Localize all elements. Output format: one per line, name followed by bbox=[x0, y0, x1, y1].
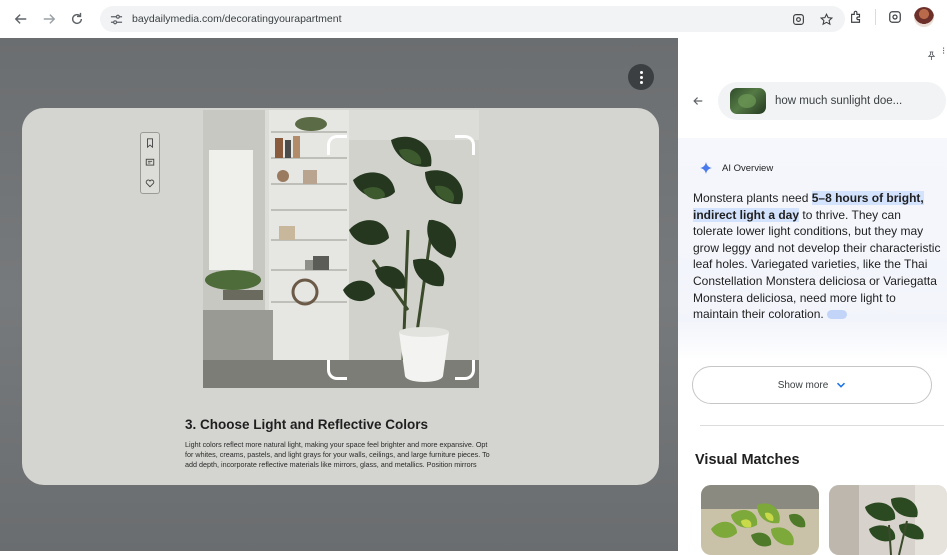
address-bar[interactable]: baydailymedia.com/decoratingyourapartmen… bbox=[100, 6, 845, 32]
monstera-plant-image bbox=[829, 485, 947, 555]
pin-icon[interactable] bbox=[927, 47, 937, 60]
query-text: how much sunlight doe... bbox=[775, 95, 903, 107]
crop-corner-bottom-left[interactable] bbox=[327, 360, 347, 380]
bookmark-icon[interactable] bbox=[144, 137, 156, 149]
ai-text-before: Monstera plants need bbox=[693, 191, 812, 205]
ai-overview-label: AI Overview bbox=[722, 162, 774, 174]
ai-overview-header: AI Overview bbox=[700, 162, 773, 174]
lens-side-panel: ⁝ how much sunlight doe... AI Overview M… bbox=[678, 38, 947, 555]
article-body-clip: Light colors reflect more natural light,… bbox=[185, 440, 490, 483]
lens-icon[interactable] bbox=[789, 10, 807, 28]
ai-overview-text: Monstera plants need 5–8 hours of bright… bbox=[693, 190, 943, 340]
article-photo-monstera bbox=[203, 110, 479, 388]
extensions-icon[interactable] bbox=[845, 6, 867, 28]
more-options-button[interactable] bbox=[628, 64, 654, 90]
lens-search-box[interactable]: how much sunlight doe... bbox=[718, 82, 946, 120]
bookmark-star-icon[interactable] bbox=[817, 10, 835, 28]
profile-avatar[interactable] bbox=[914, 7, 934, 27]
url-text: baydailymedia.com/decoratingyourapartmen… bbox=[132, 13, 342, 25]
article-section-title: 3. Choose Light and Reflective Colors bbox=[185, 417, 429, 432]
back-button[interactable] bbox=[8, 6, 34, 32]
ai-text-fade bbox=[678, 320, 947, 358]
crop-corner-bottom-right[interactable] bbox=[455, 360, 475, 380]
article-action-toolbar bbox=[140, 132, 160, 194]
show-more-label: Show more bbox=[777, 379, 829, 391]
ai-sparkle-icon bbox=[700, 162, 712, 174]
toolbar-separator bbox=[875, 9, 876, 25]
reload-button[interactable] bbox=[64, 6, 90, 32]
crop-corner-top-left[interactable] bbox=[327, 135, 347, 155]
forward-button[interactable] bbox=[36, 6, 62, 32]
visual-match-thumbnail[interactable] bbox=[829, 485, 947, 555]
visual-matches-title: Visual Matches bbox=[695, 452, 800, 468]
show-more-button[interactable]: Show more bbox=[692, 366, 932, 404]
panel-back-icon[interactable] bbox=[692, 94, 706, 108]
crop-corner-top-right[interactable] bbox=[455, 135, 475, 155]
arrow-left-icon bbox=[14, 14, 27, 24]
google-lens-icon[interactable] bbox=[884, 6, 906, 28]
arrow-right-icon bbox=[43, 14, 56, 24]
query-image-thumbnail[interactable] bbox=[730, 88, 766, 114]
browser-toolbar: baydailymedia.com/decoratingyourapartmen… bbox=[0, 0, 947, 38]
chevron-down-icon bbox=[837, 382, 846, 388]
more-vert-icon bbox=[639, 75, 643, 79]
heart-icon[interactable] bbox=[144, 177, 156, 189]
section-divider bbox=[700, 425, 944, 426]
pothos-plant-image bbox=[701, 485, 819, 555]
close-panel-icon[interactable]: ⁝ bbox=[942, 46, 945, 57]
comment-icon[interactable] bbox=[144, 157, 156, 169]
article-body: Light colors reflect more natural light,… bbox=[185, 440, 490, 469]
visual-match-thumbnail[interactable] bbox=[701, 485, 819, 555]
site-settings-icon[interactable] bbox=[110, 12, 124, 26]
reload-icon bbox=[71, 12, 83, 25]
ai-text-after: to thrive. They can tolerate lower light… bbox=[693, 207, 941, 322]
source-chip[interactable] bbox=[827, 310, 848, 320]
